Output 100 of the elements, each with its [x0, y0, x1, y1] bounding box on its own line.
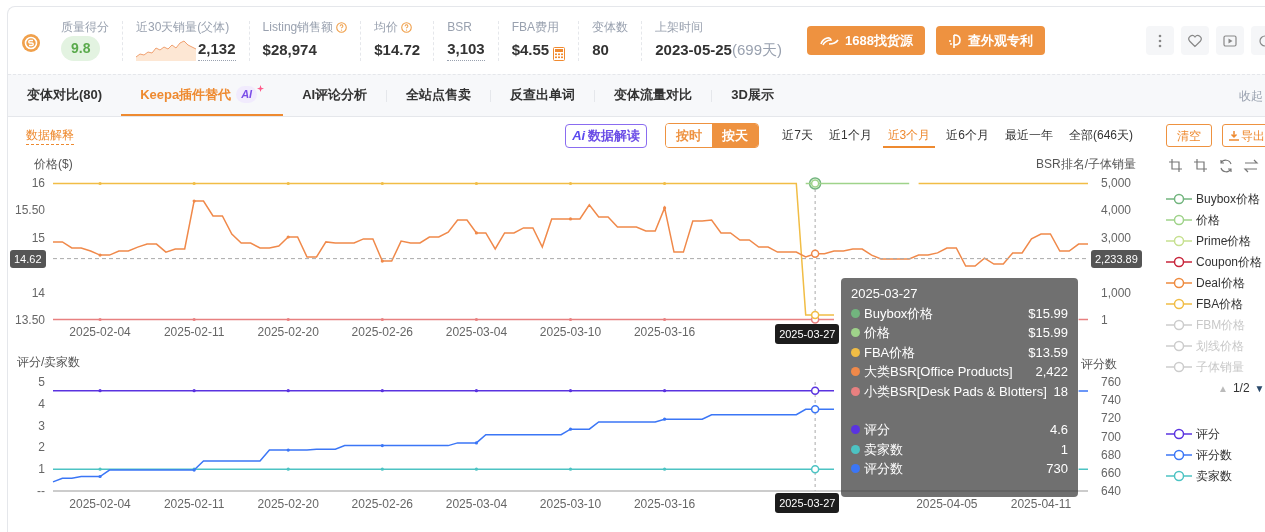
tooltip-value: $15.99: [1027, 324, 1068, 342]
legend-item[interactable]: Prime价格: [1166, 230, 1265, 251]
tick-label: 700: [1101, 429, 1122, 444]
tick-label: 15: [31, 230, 45, 245]
metric-value: $28,974: [262, 39, 317, 60]
tick-label: 3,000: [1101, 230, 1132, 245]
tab[interactable]: Keepa插件替代 AI: [121, 75, 284, 116]
days-note: (699天): [731, 39, 782, 60]
tick-label: 2025-04-05: [916, 497, 978, 511]
tick-label: 2025-03-16: [633, 325, 696, 339]
tick-label: 680: [1101, 447, 1122, 462]
range-tab[interactable]: 近6个月: [941, 123, 994, 148]
metric-label: 近30天销量(父体): [136, 19, 230, 36]
tick-label: 2025-02-20: [257, 497, 319, 511]
range-tab[interactable]: 最近一年: [1000, 123, 1058, 148]
metric-value: 80: [592, 39, 609, 60]
legend-item[interactable]: 评分数: [1166, 444, 1265, 465]
tooltip-label: FBA价格: [864, 343, 916, 362]
tab[interactable]: 全站点售卖: [387, 75, 491, 116]
tick-label: 660: [1101, 465, 1122, 480]
axis-title: BSR排名/子体销量: [1036, 157, 1136, 171]
tick-label: 2025-03-04: [445, 325, 508, 339]
legend-item[interactable]: FBA价格: [1166, 293, 1265, 314]
tick-label: 740: [1101, 393, 1122, 408]
tooltip-label: 价格: [864, 324, 890, 342]
metric-value: $4.55: [511, 39, 550, 60]
tooltip-value: 2,422: [1034, 363, 1068, 381]
legend-item[interactable]: 卖家数: [1166, 465, 1265, 486]
axis-title: 评分/卖家数: [17, 355, 81, 369]
legend-item[interactable]: Buybox价格: [1166, 188, 1265, 209]
metric-value: 2,132: [198, 37, 236, 61]
tick-label: 2025-02-04: [69, 497, 131, 511]
score-badge: 9.8: [61, 36, 101, 61]
ai-read-button[interactable]: Ai 数据解读: [565, 123, 648, 148]
date-badge: 2025-03-27: [775, 493, 840, 513]
tick-label: 16: [31, 176, 45, 190]
tick-label: --: [37, 484, 45, 498]
tick-label: 2025-02-11: [163, 325, 225, 339]
tick-label: 760: [1101, 375, 1122, 389]
legend-item[interactable]: 评分: [1166, 423, 1265, 444]
ai-logo: Ai: [572, 126, 586, 145]
tick-label: 2025-02-26: [351, 497, 413, 511]
legend-item[interactable]: Deal价格: [1166, 272, 1265, 293]
tick-label: 2025-03-10: [539, 497, 602, 511]
tooltip-label: 大类BSR[Office Products]: [864, 363, 1013, 381]
tick-label: 2: [38, 440, 45, 455]
metric-label: 变体数: [592, 19, 629, 36]
tick-label: 13.50: [14, 313, 45, 327]
tick-label: 2025-02-26: [351, 325, 413, 339]
tab[interactable]: AI评论分析: [283, 75, 387, 116]
next-page-button[interactable]: ▼: [1254, 380, 1265, 396]
tick-label: 15.50: [14, 203, 45, 218]
tooltip-date: 2025-03-27: [851, 285, 919, 303]
tooltip-label: Buybox价格: [864, 304, 934, 323]
legend-item[interactable]: Coupon价格: [1166, 251, 1265, 272]
tab[interactable]: 反查出单词: [491, 75, 595, 116]
tooltip-value: 4.6: [1048, 421, 1068, 439]
tick-label: 1: [1101, 313, 1108, 327]
metric-label: FBA费用: [511, 19, 559, 36]
tick-label: 2025-03-04: [445, 497, 508, 511]
metric-value: $14.72: [374, 39, 421, 60]
tooltip-label: 卖家数: [864, 440, 903, 459]
tab[interactable]: 变体对比(80): [8, 75, 122, 116]
axis-title: 价格($): [34, 157, 73, 171]
tick-label: 2025-02-04: [69, 325, 131, 339]
tooltip-label: 评分数: [864, 460, 903, 478]
tick-label: 2025-03-10: [539, 325, 602, 339]
value-badge: 2,233.89: [1091, 249, 1142, 268]
metric-label: 质量得分: [61, 19, 109, 36]
range-tab[interactable]: 近7天: [777, 123, 818, 148]
date-badge: 2025-03-27: [775, 324, 840, 344]
tick-label: 5: [38, 375, 45, 389]
range-tab[interactable]: 全部(646天): [1064, 123, 1138, 148]
tick-label: 2025-04-11: [1010, 497, 1072, 511]
tick-label: 2025-02-11: [163, 497, 225, 511]
tick-label: 1: [38, 462, 45, 477]
metric-label: 上架时间: [655, 19, 704, 36]
tick-label: 1,000: [1101, 285, 1132, 300]
metric-label: Listing销售额: [262, 19, 334, 36]
tick-label: 2025-02-20: [257, 325, 319, 339]
tooltip-value: $13.59: [1027, 343, 1068, 362]
tooltip-value: 18: [1052, 382, 1068, 401]
tick-label: 640: [1101, 484, 1122, 498]
legend-item[interactable]: 价格: [1166, 209, 1265, 230]
axis-title: 评分数: [1081, 357, 1117, 371]
range-tab[interactable]: 近1个月: [823, 123, 877, 148]
page-indicator: 1/2: [1232, 380, 1250, 397]
tick-label: 4: [38, 396, 45, 411]
tick-label: 14: [31, 285, 45, 300]
tab[interactable]: 变体流量对比: [595, 75, 712, 116]
tooltip-value: $15.99: [1027, 304, 1068, 323]
tick-label: 3: [38, 418, 45, 433]
tooltip-value: 1: [1059, 440, 1068, 459]
tooltip-label: 小类BSR[Desk Pads & Blotters]: [864, 382, 1047, 401]
tick-label: 5,000: [1101, 176, 1132, 190]
tab[interactable]: 3D展示: [712, 75, 793, 116]
value-badge: 14.62: [10, 249, 46, 268]
tick-label: 720: [1101, 411, 1122, 426]
metric-label: BSR: [447, 19, 472, 36]
ai-badge: AI: [236, 86, 258, 103]
